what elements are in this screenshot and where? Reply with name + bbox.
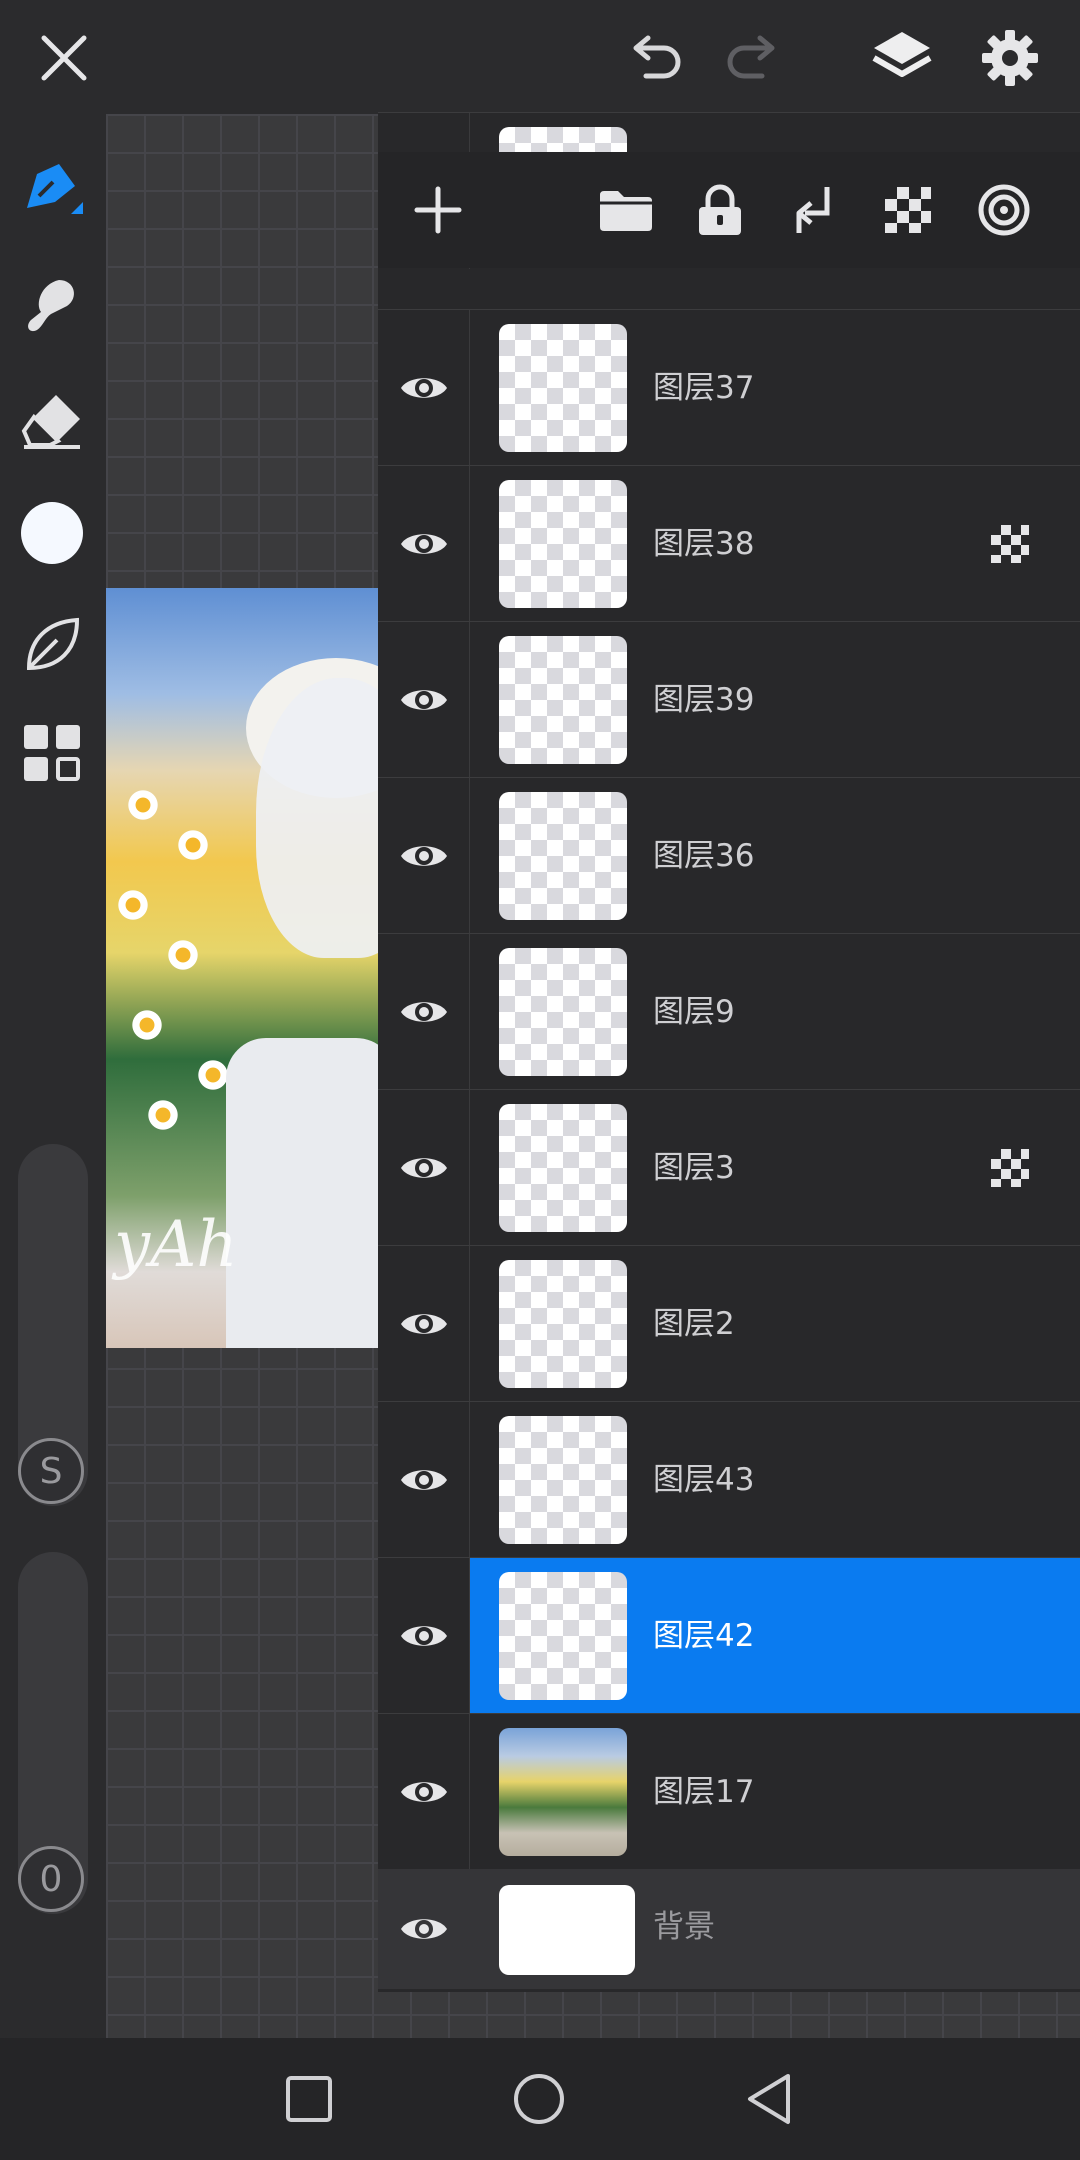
visibility-eye-icon[interactable] (396, 1296, 452, 1352)
opacity-slider-knob[interactable]: 0 (18, 1846, 84, 1912)
background-layer-row[interactable]: 背景 (378, 1869, 1080, 1989)
layer-row[interactable]: 图层38 (378, 465, 1080, 622)
layer-thumbnail (499, 1416, 627, 1544)
visibility-eye-icon[interactable] (396, 984, 452, 1040)
alpha-lock-icon (990, 524, 1030, 564)
layer-name: 图层43 (653, 1462, 755, 1498)
layer-thumbnail (499, 1572, 627, 1700)
layer-row[interactable]: 图层39 (378, 621, 1080, 778)
layer-name: 图层38 (653, 526, 755, 562)
layers-panel: 图层37 图层38 图层39 图层36 图层9 图层3 图层2 图层43 图层42 图层17 背景 (378, 112, 1080, 1992)
layer-name: 图层3 (653, 1150, 735, 1186)
background-thumbnail (499, 1885, 635, 1975)
alpha-lock-icon[interactable] (874, 176, 942, 244)
redo-icon[interactable] (716, 22, 788, 94)
visibility-eye-icon[interactable] (396, 1764, 452, 1820)
visibility-eye-icon[interactable] (396, 360, 452, 416)
layer-thumbnail (499, 324, 627, 452)
layer-thumbnail (499, 1728, 627, 1856)
layer-row[interactable]: 图层36 (378, 777, 1080, 934)
layer-thumbnail (499, 1104, 627, 1232)
size-slider-label: S (39, 1450, 63, 1492)
recents-icon[interactable] (276, 2066, 342, 2132)
layer-thumbnail (499, 1260, 627, 1388)
brush-size-slider[interactable]: S (18, 1144, 88, 1506)
grid-icon[interactable] (17, 718, 87, 788)
layer-name: 图层2 (653, 1306, 735, 1342)
close-icon[interactable] (28, 22, 100, 94)
layer-row[interactable]: 图层2 (378, 1245, 1080, 1402)
add-layer-icon[interactable] (404, 176, 472, 244)
layer-name: 图层9 (653, 994, 735, 1030)
layer-thumbnail (499, 948, 627, 1076)
smudge-icon[interactable] (17, 270, 87, 340)
size-slider-knob[interactable]: S (18, 1438, 84, 1504)
visibility-eye-icon[interactable] (396, 1140, 452, 1196)
artwork-signature: yAh (114, 1208, 238, 1282)
layers-icon[interactable] (866, 22, 938, 94)
merge-down-icon[interactable] (780, 176, 848, 244)
layer-name: 图层39 (653, 682, 755, 718)
visibility-eye-icon[interactable] (396, 828, 452, 884)
folder-icon[interactable] (592, 176, 660, 244)
layer-thumbnail (499, 636, 627, 764)
layer-name: 图层36 (653, 838, 755, 874)
visibility-eye-icon[interactable] (396, 1608, 452, 1664)
layer-name: 图层37 (653, 370, 755, 406)
layer-row[interactable]: 图层42 (378, 1557, 1080, 1714)
layer-row[interactable]: 图层37 (378, 309, 1080, 466)
visibility-eye-icon[interactable] (396, 1452, 452, 1508)
gear-icon[interactable] (974, 22, 1046, 94)
pen-icon[interactable] (17, 154, 87, 224)
layers-header (378, 152, 1080, 268)
layer-thumbnail (499, 792, 627, 920)
artwork-preview: yAh (106, 588, 378, 1348)
background-layer-name: 背景 (653, 1909, 715, 1945)
layer-thumbnail (499, 480, 627, 608)
top-bar (0, 0, 1080, 114)
home-icon[interactable] (506, 2066, 572, 2132)
visibility-eye-icon[interactable] (396, 672, 452, 728)
layer-name: 图层42 (653, 1618, 755, 1654)
visibility-eye-icon[interactable] (396, 1901, 452, 1957)
left-toolbar: S 0 (0, 114, 106, 2038)
eraser-icon[interactable] (17, 386, 87, 456)
layer-row[interactable]: 图层3 (378, 1089, 1080, 1246)
alpha-lock-icon (990, 1148, 1030, 1188)
layer-row[interactable]: 图层17 (378, 1713, 1080, 1870)
layer-row[interactable]: 图层43 (378, 1401, 1080, 1558)
visibility-eye-icon[interactable] (396, 516, 452, 572)
color-swatch[interactable] (17, 498, 87, 568)
leaf-icon[interactable] (17, 610, 87, 680)
layer-row[interactable]: 图层9 (378, 933, 1080, 1090)
system-nav-bar (0, 2038, 1080, 2160)
opacity-slider-label: 0 (39, 1858, 63, 1900)
layer-name: 图层17 (653, 1774, 755, 1810)
opacity-slider[interactable]: 0 (18, 1552, 88, 1914)
back-icon[interactable] (736, 2066, 802, 2132)
lock-icon[interactable] (686, 176, 754, 244)
undo-icon[interactable] (620, 22, 692, 94)
blend-mode-icon[interactable] (970, 176, 1038, 244)
